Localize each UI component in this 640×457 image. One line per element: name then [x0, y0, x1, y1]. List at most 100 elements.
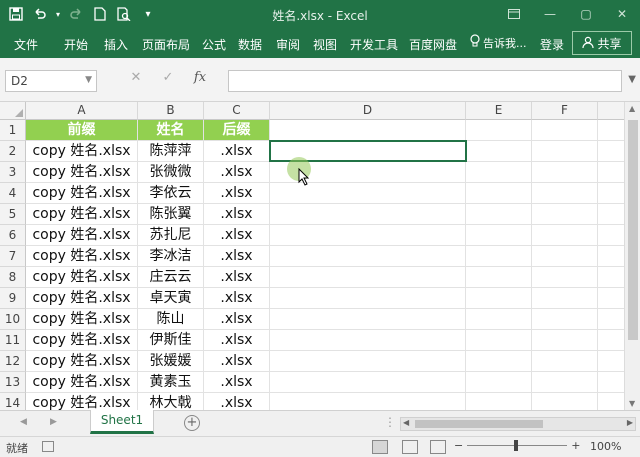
horizontal-scroll-thumb[interactable]: [415, 420, 543, 428]
empty-cell[interactable]: [270, 120, 466, 141]
sheet-next-icon[interactable]: ▶: [50, 417, 57, 427]
empty-cell[interactable]: [598, 162, 624, 183]
row-header[interactable]: 14: [0, 393, 26, 410]
empty-cell[interactable]: [598, 309, 624, 330]
table-cell[interactable]: copy 姓名.xlsx: [26, 267, 138, 288]
ribbon-display-options-icon[interactable]: [496, 0, 532, 28]
table-cell[interactable]: 黄素玉: [138, 372, 204, 393]
table-cell[interactable]: copy 姓名.xlsx: [26, 288, 138, 309]
table-cell[interactable]: .xlsx: [204, 372, 270, 393]
table-cell[interactable]: copy 姓名.xlsx: [26, 351, 138, 372]
empty-cell[interactable]: [532, 225, 598, 246]
expand-formula-bar-icon[interactable]: ▼: [628, 74, 636, 85]
row-header[interactable]: 5: [0, 204, 26, 225]
close-button[interactable]: ✕: [604, 0, 640, 28]
table-cell[interactable]: .xlsx: [204, 393, 270, 410]
table-cell[interactable]: .xlsx: [204, 267, 270, 288]
horizontal-scrollbar[interactable]: ◀ ▶: [400, 417, 636, 431]
chevron-down-icon[interactable]: ▼: [85, 75, 92, 85]
restore-button[interactable]: ▢: [568, 0, 604, 28]
table-cell[interactable]: .xlsx: [204, 162, 270, 183]
row-header[interactable]: 1: [0, 120, 26, 141]
empty-cell[interactable]: [466, 351, 532, 372]
empty-cell[interactable]: [270, 225, 466, 246]
table-cell[interactable]: .xlsx: [204, 309, 270, 330]
table-cell[interactable]: 伊斯佳: [138, 330, 204, 351]
empty-cell[interactable]: [270, 393, 466, 410]
table-cell[interactable]: .xlsx: [204, 288, 270, 309]
empty-cell[interactable]: [598, 141, 624, 162]
table-cell[interactable]: copy 姓名.xlsx: [26, 330, 138, 351]
vertical-scroll-thumb[interactable]: [628, 120, 638, 340]
row-header[interactable]: 12: [0, 351, 26, 372]
empty-cell[interactable]: [466, 372, 532, 393]
column-header-e[interactable]: E: [466, 102, 532, 120]
empty-cell[interactable]: [598, 267, 624, 288]
empty-cell[interactable]: [532, 309, 598, 330]
row-header[interactable]: 4: [0, 183, 26, 204]
column-header-f[interactable]: F: [532, 102, 598, 120]
zoom-slider-knob[interactable]: [514, 440, 519, 451]
tab-formulas[interactable]: 公式: [202, 36, 226, 53]
empty-cell[interactable]: [598, 351, 624, 372]
tab-file[interactable]: 文件: [14, 36, 38, 53]
empty-cell[interactable]: [466, 183, 532, 204]
row-header[interactable]: 13: [0, 372, 26, 393]
table-cell[interactable]: copy 姓名.xlsx: [26, 393, 138, 410]
empty-cell[interactable]: [532, 351, 598, 372]
table-cell[interactable]: 苏扎尼: [138, 225, 204, 246]
sheet-prev-icon[interactable]: ◀: [20, 417, 27, 427]
insert-function-icon[interactable]: fx: [192, 70, 208, 85]
empty-cell[interactable]: [598, 288, 624, 309]
table-cell[interactable]: copy 姓名.xlsx: [26, 141, 138, 162]
empty-cell[interactable]: [270, 246, 466, 267]
page-break-preview-icon[interactable]: [430, 440, 446, 454]
tab-insert[interactable]: 插入: [104, 36, 128, 53]
table-cell[interactable]: copy 姓名.xlsx: [26, 225, 138, 246]
empty-cell[interactable]: [532, 162, 598, 183]
enter-icon[interactable]: ✓: [160, 70, 176, 85]
table-cell[interactable]: 林大戟: [138, 393, 204, 410]
tab-page-layout[interactable]: 页面布局: [142, 36, 190, 53]
empty-cell[interactable]: [466, 120, 532, 141]
empty-cell[interactable]: [532, 204, 598, 225]
table-cell[interactable]: .xlsx: [204, 351, 270, 372]
empty-cell[interactable]: [466, 288, 532, 309]
empty-cell[interactable]: [598, 120, 624, 141]
name-box[interactable]: D2 ▼: [5, 70, 97, 92]
row-header[interactable]: 7: [0, 246, 26, 267]
zoom-in-button[interactable]: +: [571, 439, 580, 452]
scroll-down-icon[interactable]: ▼: [629, 399, 635, 408]
empty-cell[interactable]: [532, 330, 598, 351]
empty-cell[interactable]: [270, 372, 466, 393]
cancel-icon[interactable]: ✕: [128, 70, 144, 85]
table-cell[interactable]: copy 姓名.xlsx: [26, 183, 138, 204]
tab-data[interactable]: 数据: [238, 36, 262, 53]
login-link[interactable]: 登录: [540, 36, 564, 53]
table-cell[interactable]: copy 姓名.xlsx: [26, 162, 138, 183]
table-cell[interactable]: 李依云: [138, 183, 204, 204]
table-cell[interactable]: .xlsx: [204, 246, 270, 267]
tab-developer[interactable]: 开发工具: [350, 36, 398, 53]
table-cell[interactable]: .xlsx: [204, 141, 270, 162]
page-layout-view-icon[interactable]: [402, 440, 418, 454]
macro-record-icon[interactable]: [42, 441, 54, 452]
table-cell[interactable]: 李冰洁: [138, 246, 204, 267]
scroll-left-icon[interactable]: ◀: [403, 418, 409, 427]
empty-cell[interactable]: [598, 246, 624, 267]
vertical-scrollbar[interactable]: ▲ ▼: [624, 102, 640, 410]
table-cell[interactable]: 陈萍萍: [138, 141, 204, 162]
empty-cell[interactable]: [532, 183, 598, 204]
column-header-d[interactable]: D: [270, 102, 466, 120]
header-cell[interactable]: 前缀: [26, 120, 138, 141]
table-cell[interactable]: .xlsx: [204, 204, 270, 225]
tell-me-box[interactable]: 告诉我...: [470, 34, 527, 51]
empty-cell[interactable]: [598, 183, 624, 204]
empty-cell[interactable]: [466, 225, 532, 246]
empty-cell[interactable]: [270, 183, 466, 204]
empty-cell[interactable]: [270, 288, 466, 309]
select-all-corner[interactable]: [0, 102, 26, 120]
row-header[interactable]: 11: [0, 330, 26, 351]
empty-cell[interactable]: [598, 225, 624, 246]
zoom-out-button[interactable]: −: [454, 439, 463, 452]
